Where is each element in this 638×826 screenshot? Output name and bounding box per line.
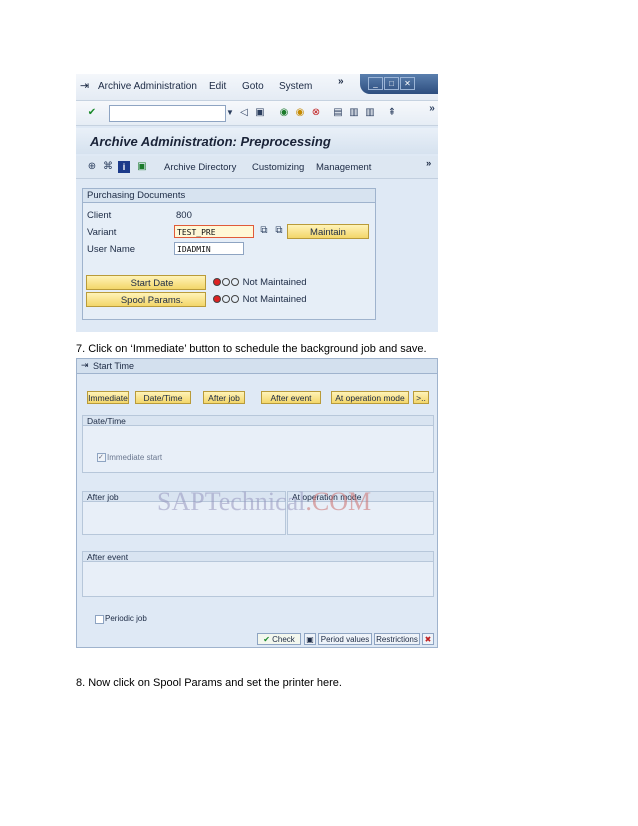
archive-directory-button[interactable]: Archive Directory <box>164 162 236 173</box>
print-icon[interactable]: ▤ <box>332 107 344 119</box>
save-icon[interactable]: ▣ <box>304 633 316 645</box>
watermark-text-b: .COM <box>305 487 372 516</box>
toolbar-more-icon[interactable]: » <box>426 103 438 115</box>
close-window-icon[interactable]: ✕ <box>400 77 415 90</box>
screen-title: Archive Administration: Preprocessing <box>90 134 331 149</box>
step-7-instruction: 7. Click on ‘Immediate’ button to schedu… <box>76 343 427 355</box>
red-light-icon <box>213 278 221 287</box>
period-values-button[interactable]: Period values <box>318 633 372 645</box>
after-event-section: After event <box>82 551 434 597</box>
window-controls: _ □ ✕ <box>360 74 438 94</box>
periodic-job-label: Periodic job <box>105 614 147 623</box>
immediate-button[interactable]: Immediate <box>87 391 129 404</box>
after-event-header: After event <box>83 552 433 562</box>
command-dropdown-icon[interactable]: ▼ <box>224 107 236 119</box>
maintain-icon[interactable]: ⧉ <box>273 225 285 237</box>
menu-edit[interactable]: Edit <box>209 81 226 92</box>
menu-goto[interactable]: Goto <box>242 81 264 92</box>
start-date-button[interactable]: Start Date <box>86 275 206 290</box>
standard-toolbar: ✔ ▼ ◁ ▣ ◉ ◉ ⊗ ▤ ▥ ▥ ⇞ » <box>76 101 438 126</box>
app-toolbar-more-icon[interactable]: » <box>426 158 431 169</box>
menu-bar: ⇥ Archive Administration Edit Goto Syste… <box>76 74 438 101</box>
watermark-text-a: SAPTechnical <box>157 487 306 516</box>
execute-icon[interactable]: ⊕ <box>86 161 98 173</box>
minimize-icon[interactable]: _ <box>368 77 383 90</box>
start-date-status: Not Maintained <box>213 277 307 288</box>
screen-title-bar: Archive Administration: Preprocessing <box>76 128 438 154</box>
date-time-section: Date/Time ✓ Immediate start <box>82 415 434 473</box>
immediate-start-checkbox[interactable]: ✓ <box>97 453 106 462</box>
command-field[interactable] <box>109 105 226 122</box>
menu-exit-icon[interactable]: ⇥ <box>80 79 89 92</box>
spool-params-button[interactable]: Spool Params. <box>86 292 206 307</box>
maximize-icon[interactable]: □ <box>384 77 399 90</box>
menu-more-icon[interactable]: » <box>338 76 344 87</box>
immediate-start-label: Immediate start <box>107 453 163 462</box>
save-icon[interactable]: ▣ <box>254 107 266 119</box>
at-operation-mode-button[interactable]: At operation mode <box>331 391 409 404</box>
yellow-light-icon <box>222 278 230 287</box>
start-time-dialog: ⇥ Start Time Immediate Date/Time After j… <box>76 358 438 648</box>
maintain-button[interactable]: Maintain <box>287 224 369 239</box>
after-job-button[interactable]: After job <box>203 391 245 404</box>
after-event-button[interactable]: After event <box>261 391 321 404</box>
archive-admin-screenshot: ⇥ Archive Administration Edit Goto Syste… <box>76 74 438 332</box>
cancel-icon[interactable]: ⊗ <box>310 107 322 119</box>
green-light-icon <box>231 278 239 287</box>
dialog-title-bar: ⇥ Start Time <box>77 359 437 374</box>
first-page-icon[interactable]: ⇞ <box>386 107 398 119</box>
user-name-label: User Name <box>87 244 136 255</box>
exit-icon[interactable]: ◉ <box>294 107 306 119</box>
customizing-button[interactable]: Customizing <box>252 162 304 173</box>
enter-check-icon[interactable]: ✔ <box>86 107 98 119</box>
check-button[interactable]: ✔ Check <box>257 633 301 645</box>
variant-label: Variant <box>87 227 117 238</box>
date-time-button[interactable]: Date/Time <box>135 391 191 404</box>
purchasing-documents-group: Purchasing Documents Client 800 Variant … <box>82 188 376 320</box>
find-icon[interactable]: ▥ <box>348 107 360 119</box>
step-8-instruction: 8. Now click on Spool Params and set the… <box>76 677 342 689</box>
watermark: SAPTechnical.COM <box>157 487 371 517</box>
restrictions-button[interactable]: Restrictions <box>374 633 420 645</box>
periodic-job-checkbox[interactable] <box>95 615 104 624</box>
job-overview-icon[interactable]: ▣ <box>136 161 148 173</box>
more-options-button[interactable]: >.. <box>413 391 429 404</box>
group-title: Purchasing Documents <box>83 189 375 203</box>
date-time-header: Date/Time <box>83 416 433 426</box>
back-icon[interactable]: ◉ <box>278 107 290 119</box>
check-icon: ✔ <box>263 635 270 644</box>
start-date-status-text: Not Maintained <box>242 277 307 288</box>
find-next-icon[interactable]: ▥ <box>364 107 376 119</box>
spool-status: Not Maintained <box>213 294 307 305</box>
back-history-icon[interactable]: ◁ <box>238 107 250 119</box>
red-light-icon <box>213 295 221 304</box>
yellow-light-icon <box>222 295 230 304</box>
green-light-icon <box>231 295 239 304</box>
spool-status-text: Not Maintained <box>242 294 307 305</box>
client-label: Client <box>87 210 112 221</box>
copy-icon[interactable]: ⧉ <box>258 225 270 237</box>
client-value: 800 <box>176 210 192 221</box>
variant-input[interactable]: TEST_PRE <box>174 225 254 238</box>
dialog-icon: ⇥ <box>81 360 89 370</box>
menu-archive-administration[interactable]: Archive Administration <box>98 81 197 92</box>
menu-system[interactable]: System <box>279 81 312 92</box>
cancel-icon[interactable]: ✖ <box>422 633 434 645</box>
info-icon[interactable]: i <box>118 161 130 173</box>
management-button[interactable]: Management <box>316 162 371 173</box>
application-toolbar: ⊕ ⌘ i ▣ Archive Directory Customizing Ma… <box>76 156 438 179</box>
user-name-input[interactable]: IDADMIN <box>174 242 244 255</box>
check-label: Check <box>272 635 295 644</box>
dialog-title: Start Time <box>93 361 135 371</box>
structure-icon[interactable]: ⌘ <box>102 161 114 173</box>
